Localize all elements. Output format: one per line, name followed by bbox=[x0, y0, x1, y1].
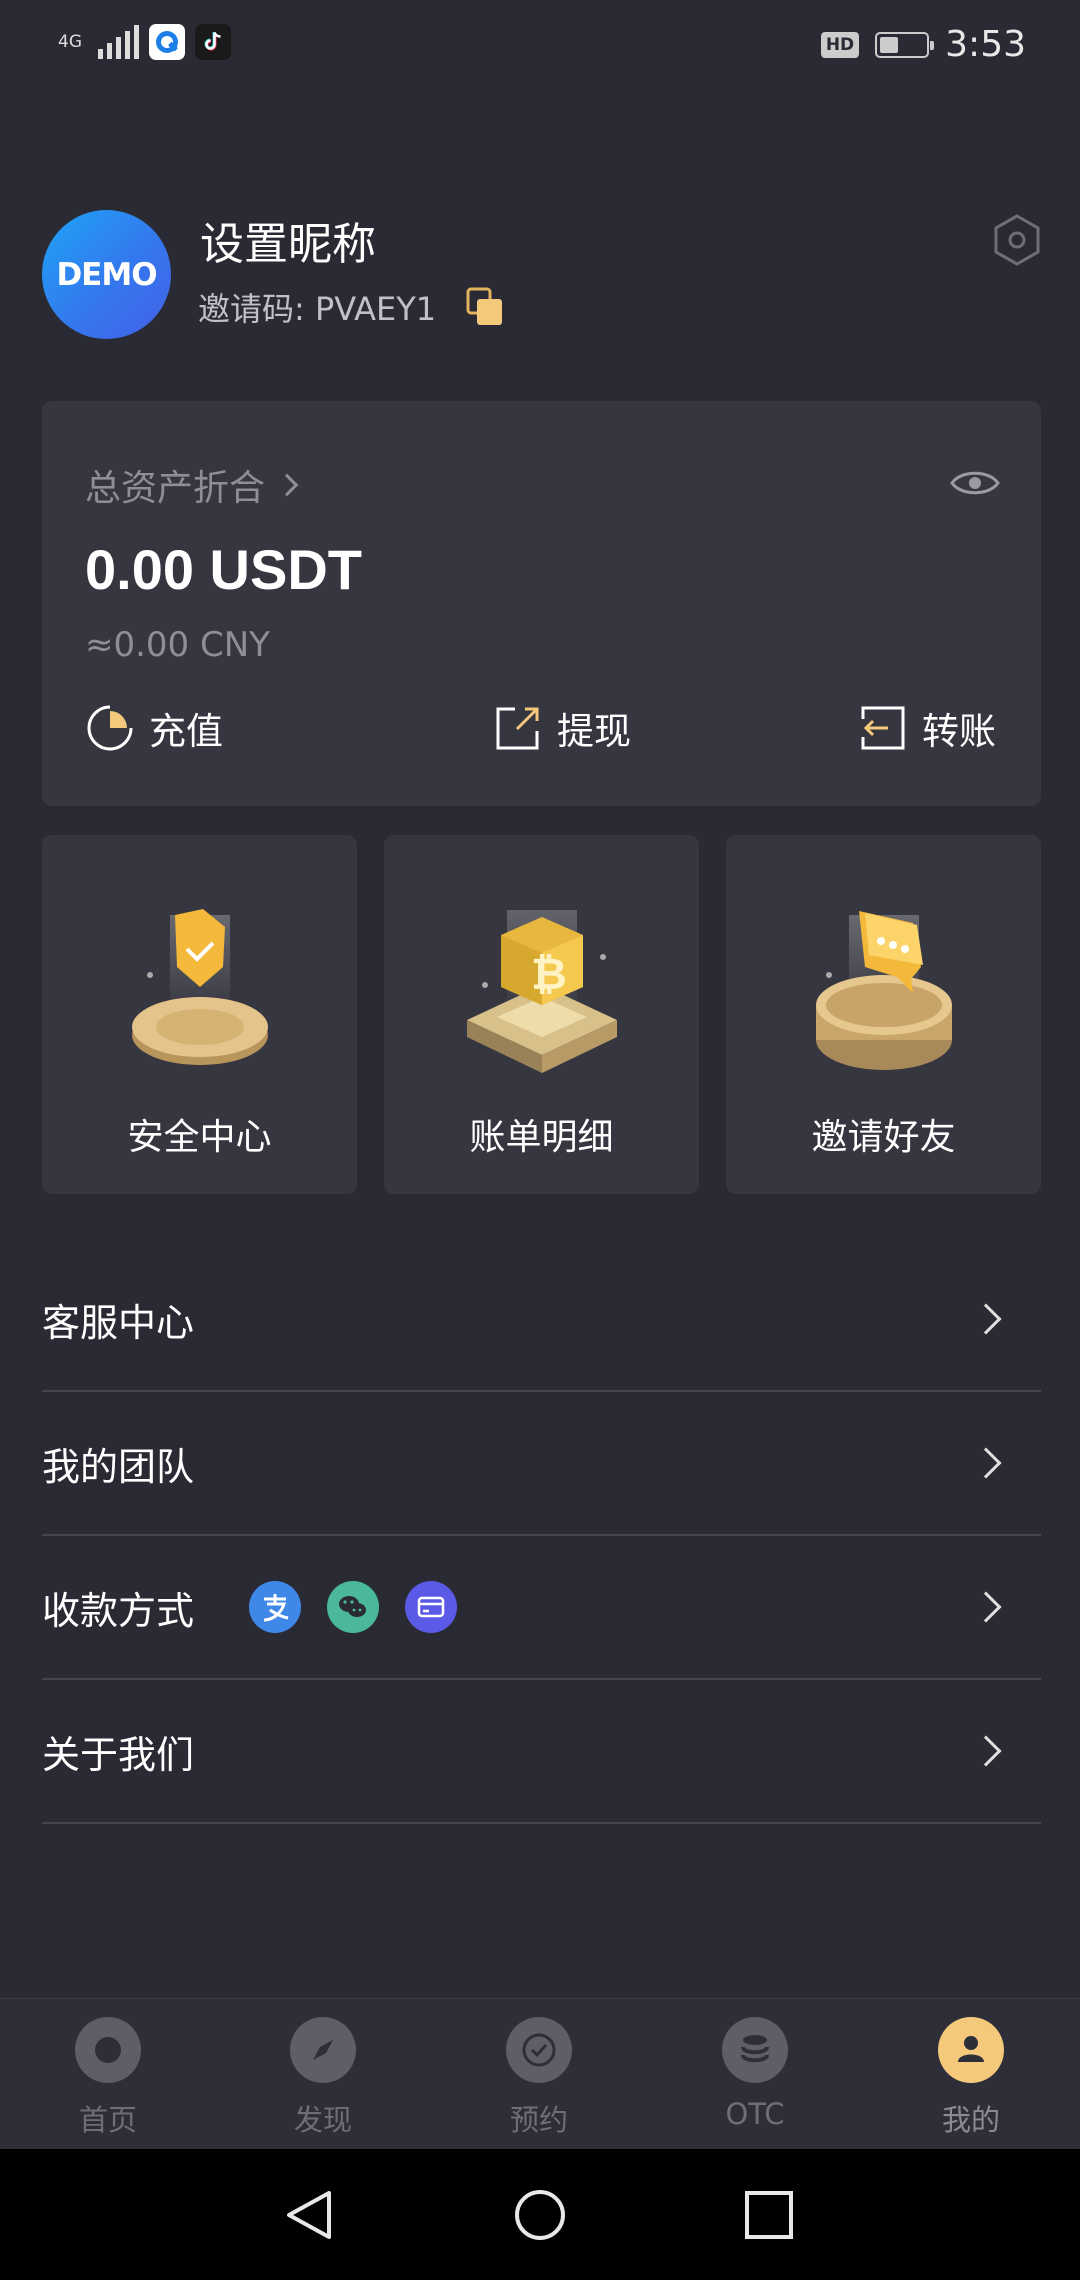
network-type: 4G bbox=[58, 32, 82, 52]
withdraw-button[interactable]: 提现 bbox=[493, 701, 631, 755]
check-circle-icon bbox=[506, 2017, 572, 2083]
transfer-label: 转账 bbox=[922, 710, 996, 753]
nav-home-label: 首页 bbox=[78, 2103, 137, 2137]
signal-icon bbox=[98, 25, 139, 59]
settings-icon[interactable] bbox=[990, 213, 1044, 267]
bill-details-tile[interactable]: ₿ 账单明细 bbox=[384, 835, 699, 1194]
bottom-nav: 首页 发现 预约 OTC 我的 bbox=[0, 1998, 1080, 2149]
chevron-right-icon bbox=[970, 1303, 1002, 1335]
nickname[interactable]: 设置昵称 bbox=[200, 208, 376, 272]
total-assets-label: 总资产折合 bbox=[85, 468, 266, 509]
payment-methods-label: 收款方式 bbox=[42, 1588, 195, 1633]
back-triangle-icon[interactable] bbox=[281, 2187, 337, 2243]
invite-friends-label: 邀请好友 bbox=[811, 1117, 956, 1158]
asset-actions: 充值 提现 转账 bbox=[85, 701, 1005, 761]
nav-discover-label: 发现 bbox=[293, 2103, 352, 2137]
asset-card: 总资产折合 0.00 USDT ≈0.00 CNY 充值 提现 转账 bbox=[42, 401, 1041, 806]
tiktok-app-icon bbox=[195, 24, 231, 60]
deposit-label: 充值 bbox=[149, 710, 223, 753]
copy-icon[interactable] bbox=[464, 286, 506, 328]
compass-icon bbox=[290, 2017, 356, 2083]
nav-discover[interactable]: 发现 bbox=[258, 2017, 388, 2139]
chat-bubble-coin-icon bbox=[815, 911, 952, 1070]
security-center-tile[interactable]: 安全中心 bbox=[42, 835, 357, 1194]
chevron-right-icon bbox=[275, 473, 299, 497]
settings-menu: 客服中心 我的团队 收款方式 关于我们 bbox=[42, 1248, 1041, 1824]
withdraw-icon bbox=[496, 707, 539, 750]
nav-otc[interactable]: OTC bbox=[690, 2017, 820, 2131]
eye-icon[interactable] bbox=[949, 467, 1001, 499]
nav-booking-label: 预约 bbox=[509, 2103, 568, 2137]
svg-text:₿: ₿ bbox=[531, 949, 567, 1000]
transfer-icon bbox=[861, 706, 905, 750]
shield-coin-icon bbox=[131, 909, 268, 1065]
payment-method-icons bbox=[249, 1581, 458, 1633]
total-assets-link[interactable]: 总资产折合 bbox=[85, 459, 299, 511]
menu-item-customer-service[interactable]: 客服中心 bbox=[42, 1248, 1041, 1392]
avatar[interactable]: DEMO bbox=[42, 210, 171, 339]
clock: 3:53 bbox=[945, 24, 1026, 65]
chevron-right-icon bbox=[970, 1447, 1002, 1479]
wechat-pay-icon bbox=[327, 1581, 380, 1633]
menu-item-payment-methods[interactable]: 收款方式 bbox=[42, 1536, 1041, 1680]
total-assets-cny: ≈0.00 CNY bbox=[85, 625, 270, 665]
battery-fill bbox=[880, 36, 898, 53]
home-icon bbox=[75, 2017, 141, 2083]
bitcoin-cube-icon: ₿ bbox=[466, 910, 617, 1073]
deposit-icon bbox=[87, 705, 133, 751]
invite-code-row: 邀请码: PVAEY1 bbox=[198, 284, 506, 330]
browser-app-icon bbox=[149, 24, 185, 60]
nav-otc-label: OTC bbox=[725, 2097, 785, 2131]
customer-service-label: 客服中心 bbox=[42, 1300, 195, 1345]
withdraw-label: 提现 bbox=[557, 710, 631, 753]
my-team-label: 我的团队 bbox=[42, 1444, 195, 1489]
status-right: HD 3:53 bbox=[820, 24, 1026, 65]
battery-icon bbox=[875, 31, 935, 58]
chevron-right-icon bbox=[970, 1591, 1002, 1623]
recents-square-icon[interactable] bbox=[741, 2187, 797, 2243]
invite-code: 邀请码: PVAEY1 bbox=[198, 290, 437, 328]
status-left: 4G bbox=[58, 24, 231, 60]
home-circle-icon[interactable] bbox=[512, 2187, 568, 2243]
coin-stack-icon bbox=[722, 2017, 788, 2083]
nav-booking[interactable]: 预约 bbox=[474, 2017, 604, 2139]
invite-friends-tile[interactable]: 邀请好友 bbox=[726, 835, 1041, 1194]
security-center-label: 安全中心 bbox=[127, 1117, 272, 1158]
nav-mine-label: 我的 bbox=[941, 2103, 1000, 2137]
nav-home[interactable]: 首页 bbox=[43, 2017, 173, 2139]
chevron-right-icon bbox=[970, 1735, 1002, 1767]
hd-badge: HD bbox=[820, 31, 860, 58]
system-nav-bar bbox=[0, 2149, 1080, 2280]
status-bar: 4G HD 3:53 bbox=[0, 0, 1080, 92]
menu-item-my-team[interactable]: 我的团队 bbox=[42, 1392, 1041, 1536]
about-us-label: 关于我们 bbox=[42, 1732, 195, 1777]
deposit-button[interactable]: 充值 bbox=[85, 701, 223, 755]
nav-mine[interactable]: 我的 bbox=[906, 2017, 1036, 2139]
total-assets-value: 0.00 USDT bbox=[85, 538, 362, 601]
transfer-button[interactable]: 转账 bbox=[858, 701, 996, 755]
user-icon bbox=[938, 2017, 1004, 2083]
menu-item-about-us[interactable]: 关于我们 bbox=[42, 1680, 1041, 1824]
bank-card-icon bbox=[405, 1581, 458, 1633]
alipay-icon bbox=[249, 1581, 302, 1633]
bill-details-label: 账单明细 bbox=[469, 1117, 614, 1158]
